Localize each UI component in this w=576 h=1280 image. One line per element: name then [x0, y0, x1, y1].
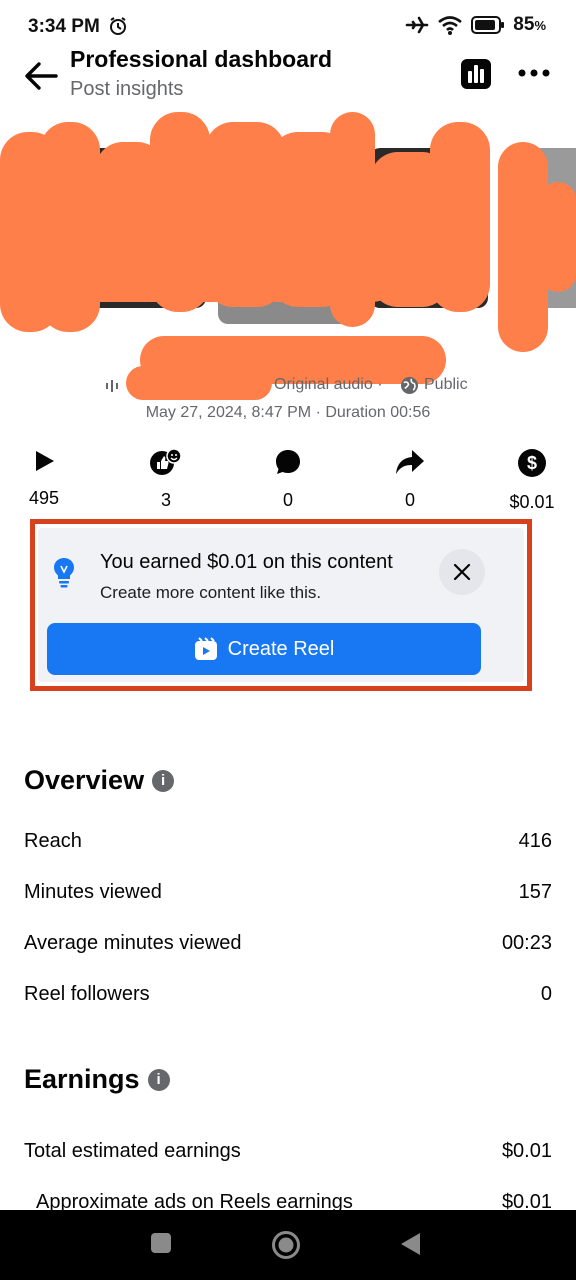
- comments-stat[interactable]: 0: [248, 444, 328, 511]
- home-button[interactable]: [271, 1230, 301, 1260]
- earnings-stat[interactable]: $ $0.01: [492, 444, 572, 513]
- row-value: 157: [518, 881, 552, 903]
- post-thumbnail-strip[interactable]: [0, 112, 576, 352]
- row-label: Reach: [24, 830, 82, 852]
- card-text: Create more content like this.: [100, 583, 322, 602]
- close-button[interactable]: [439, 549, 485, 595]
- svg-text:$: $: [527, 453, 537, 473]
- overview-row: Minutes viewed 157: [24, 881, 552, 904]
- privacy-label: Public: [424, 376, 468, 393]
- reactions-icon: [150, 448, 182, 475]
- stats-row: 495 3 0 0 $ $0.01: [0, 444, 576, 518]
- info-icon[interactable]: i: [147, 1068, 170, 1091]
- system-nav-bar: [0, 1210, 576, 1280]
- comments-value: 0: [282, 490, 293, 510]
- shares-value: 0: [404, 490, 415, 510]
- status-icons: 85%: [405, 14, 546, 36]
- create-reel-button[interactable]: Create Reel: [47, 623, 481, 675]
- earnings-heading: Earnings i: [24, 1064, 170, 1095]
- close-icon: [453, 563, 471, 581]
- earnings-title: Earnings: [24, 1064, 140, 1094]
- lightbulb-icon: [54, 558, 74, 588]
- comment-icon: [276, 450, 300, 474]
- plays-value: 495: [28, 488, 60, 508]
- page-subtitle: Post insights: [70, 78, 184, 100]
- row-label: Minutes viewed: [24, 881, 162, 903]
- airplane-icon: [405, 16, 429, 34]
- row-label: Average minutes viewed: [24, 932, 242, 954]
- back-button[interactable]: [398, 1231, 422, 1257]
- page-title: Professional dashboard: [70, 46, 333, 72]
- reels-icon: [194, 637, 217, 660]
- overview-title: Overview: [24, 765, 145, 795]
- overview-row: Reach 416: [24, 830, 552, 853]
- globe-icon: [400, 376, 419, 395]
- earnings-row: Total estimated earnings $0.01: [24, 1140, 552, 1163]
- back-arrow-icon[interactable]: [22, 58, 60, 94]
- card-title: You earned $0.01 on this content: [100, 551, 393, 573]
- overview-row: Average minutes viewed 00:23: [24, 932, 552, 955]
- recent-apps-button[interactable]: [150, 1232, 172, 1254]
- row-label: Total estimated earnings: [24, 1140, 241, 1162]
- earned-card: You earned $0.01 on this content Create …: [38, 528, 524, 682]
- app-bar: Professional dashboard Post insights: [0, 44, 576, 106]
- audio-label[interactable]: Original audio ·: [274, 376, 383, 394]
- post-meta-line: Original audio · Public: [0, 374, 576, 400]
- insights-chart-icon[interactable]: [460, 58, 492, 90]
- status-time: 3:34 PM: [28, 16, 100, 37]
- audio-icon: [106, 380, 118, 392]
- play-icon: [36, 451, 54, 471]
- alarm-icon: [110, 17, 126, 35]
- create-reel-label: Create Reel: [227, 637, 335, 660]
- reactions-value: 3: [160, 490, 171, 510]
- overview-heading: Overview i: [24, 765, 175, 796]
- row-value: $0.01: [501, 1140, 552, 1162]
- plays-stat[interactable]: 495: [4, 444, 84, 509]
- earnings-value: $0.01: [509, 492, 555, 512]
- row-value: 00:23: [501, 932, 552, 954]
- battery-percent: 85%: [513, 14, 546, 35]
- more-options-icon[interactable]: [516, 66, 552, 80]
- info-icon[interactable]: i: [152, 769, 175, 792]
- wifi-icon: [438, 16, 463, 35]
- reactions-stat[interactable]: 3: [126, 444, 206, 511]
- post-date-duration: May 27, 2024, 8:47 PM · Duration 00:56: [145, 404, 431, 421]
- battery-icon: [471, 16, 505, 34]
- row-label: Reel followers: [24, 983, 150, 1005]
- shares-stat[interactable]: 0: [370, 444, 450, 511]
- row-value: 0: [540, 983, 552, 1005]
- row-value: 416: [518, 830, 552, 852]
- overview-row: Reel followers 0: [24, 983, 552, 1006]
- dollar-icon: $: [518, 449, 546, 477]
- share-icon: [396, 450, 424, 474]
